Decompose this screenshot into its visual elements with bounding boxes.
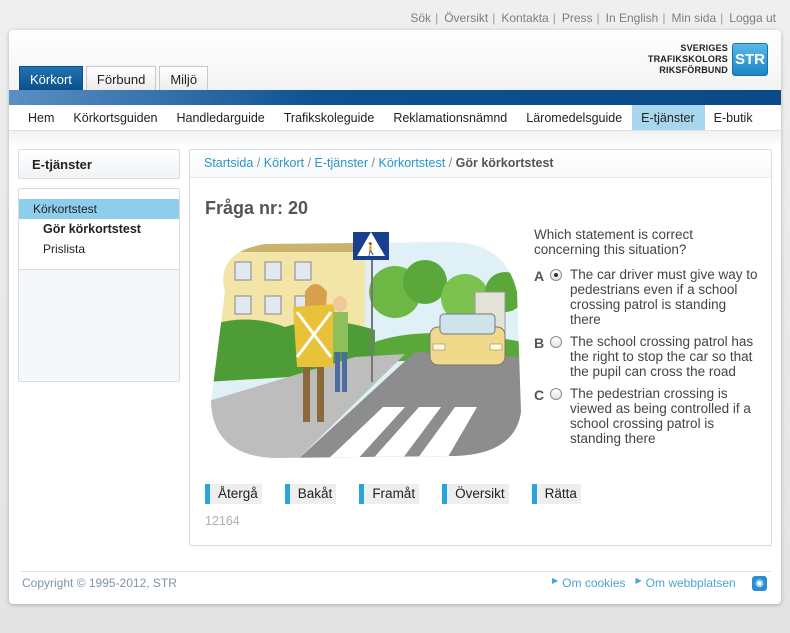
svg-text:🚶: 🚶 (364, 242, 379, 256)
link-in-english[interactable]: In English (606, 11, 659, 25)
nav-handledarguide[interactable]: Handledarguide (167, 105, 274, 130)
sidebar-item-prislista[interactable]: Prislista (19, 239, 179, 259)
test-controls: Återgå Bakåt Framåt Översikt Rätta (205, 484, 604, 504)
breadcrumb-korkort[interactable]: Körkort (264, 156, 304, 170)
separator: | (596, 11, 600, 25)
option-text: The school crossing patrol has the right… (570, 334, 754, 379)
option-text: The car driver must give way to pedestri… (570, 267, 758, 327)
copyright: Copyright © 1995-2012, STR (22, 576, 177, 590)
previous-button[interactable]: Bakåt (284, 484, 337, 504)
answer-options: A The car driver must give way to pedest… (534, 267, 764, 453)
nav-laromedelsguide[interactable]: Läromedelsguide (517, 105, 632, 130)
question-title: Fråga nr: 20 (205, 198, 309, 218)
breadcrumb-separator: / (371, 156, 376, 170)
option-text: The pedestrian crossing is viewed as bei… (570, 386, 751, 446)
back-to-start-button[interactable]: Återgå (205, 484, 262, 504)
arrow-right-icon: ▶ (635, 576, 642, 585)
breadcrumb-e-tjanster[interactable]: E-tjänster (315, 156, 369, 170)
brand-bar (9, 90, 781, 105)
divider-strip (9, 131, 781, 148)
overview-button[interactable]: Översikt (442, 484, 509, 504)
accessibility-icon[interactable]: ◉ (752, 576, 767, 591)
separator: | (492, 11, 496, 25)
breadcrumb-startsida[interactable]: Startsida (204, 156, 253, 170)
option-c-radio[interactable] (550, 388, 562, 400)
option-b[interactable]: B The school crossing patrol has the rig… (534, 334, 764, 379)
nav-reklamationsnamnd[interactable]: Reklamationsnämnd (384, 105, 517, 130)
str-logo[interactable]: SVERIGES TRAFIKSKOLORS RIKSFÖRBUND STR (648, 43, 768, 76)
next-button[interactable]: Framåt (359, 484, 420, 504)
option-b-radio[interactable] (550, 336, 562, 348)
option-c[interactable]: C The pedestrian crossing is viewed as b… (534, 386, 764, 446)
main-nav: Hem Körkortsguiden Handledarguide Trafik… (9, 105, 781, 131)
footer-divider (21, 571, 771, 572)
logo-badge: STR (732, 43, 768, 76)
separator: | (662, 11, 666, 25)
link-oversikt[interactable]: Översikt (444, 11, 488, 25)
breadcrumb-current: Gör körkortstest (455, 156, 554, 170)
link-logga-ut[interactable]: Logga ut (729, 11, 776, 25)
logo-line: RIKSFÖRBUND (659, 65, 728, 75)
tab-miljo[interactable]: Miljö (159, 66, 209, 90)
question-text: Which statement is correct concerning th… (534, 227, 694, 257)
logo-line: SVERIGES (680, 43, 728, 53)
breadcrumb-separator: / (256, 156, 261, 170)
option-a-radio[interactable] (550, 269, 562, 281)
question-id: 12164 (205, 514, 240, 528)
link-kontakta[interactable]: Kontakta (501, 11, 548, 25)
sidebar-list: Körkortstest Gör körkortstest Prislista (19, 189, 179, 270)
breadcrumb: Startsida / Körkort / E-tjänster / Körko… (190, 150, 771, 178)
sidebar-item-gor-korkortstest[interactable]: Gör körkortstest (19, 219, 179, 239)
option-a[interactable]: A The car driver must give way to pedest… (534, 267, 764, 327)
nav-hem[interactable]: Hem (19, 105, 64, 130)
footer-links: ▶ Om cookies ▶ Om webbplatsen (552, 576, 746, 590)
logo-line: TRAFIKSKOLORS (647, 54, 728, 64)
separator: | (720, 11, 724, 25)
tab-forbund[interactable]: Förbund (85, 66, 157, 90)
link-min-sida[interactable]: Min sida (671, 11, 716, 25)
nav-e-tjanster[interactable]: E-tjänster (632, 105, 705, 130)
grade-button[interactable]: Rätta (531, 484, 581, 504)
option-letter: C (534, 387, 545, 403)
sidebar-title: E-tjänster (18, 149, 180, 179)
content-panel: Startsida / Körkort / E-tjänster / Körko… (189, 149, 772, 546)
traffic-illustration: 🚶 (211, 232, 521, 458)
breadcrumb-separator: / (448, 156, 453, 170)
link-sok[interactable]: Sök (410, 11, 431, 25)
nav-trafikskoleguide[interactable]: Trafikskoleguide (275, 105, 385, 130)
nav-korkortsguiden[interactable]: Körkortsguiden (64, 105, 167, 130)
separator: | (435, 11, 439, 25)
page-frame: Körkort Förbund Miljö SVERIGES TRAFIKSKO… (9, 30, 781, 604)
sidebar-menu: Körkortstest Gör körkortstest Prislista (18, 188, 180, 382)
link-om-cookies[interactable]: Om cookies (562, 576, 625, 590)
site-tabs: Körkort Förbund Miljö (19, 66, 211, 90)
option-letter: B (534, 335, 545, 351)
breadcrumb-korkortstest[interactable]: Körkortstest (379, 156, 446, 170)
link-press[interactable]: Press (562, 11, 593, 25)
tab-korkort[interactable]: Körkort (19, 66, 83, 90)
separator: | (552, 11, 556, 25)
nav-e-butik[interactable]: E-butik (705, 105, 763, 130)
sidebar-item-korkortstest[interactable]: Körkortstest (19, 199, 179, 219)
arrow-right-icon: ▶ (552, 576, 559, 585)
utility-links: Sök | Översikt | Kontakta | Press | In Engli… (410, 11, 776, 25)
header: Körkort Förbund Miljö SVERIGES TRAFIKSKO… (9, 30, 781, 90)
breadcrumb-separator: / (307, 156, 312, 170)
option-letter: A (534, 268, 545, 284)
logo-wordmark: SVERIGES TRAFIKSKOLORS RIKSFÖRBUND (648, 43, 728, 76)
link-om-webbplatsen[interactable]: Om webbplatsen (646, 576, 736, 590)
